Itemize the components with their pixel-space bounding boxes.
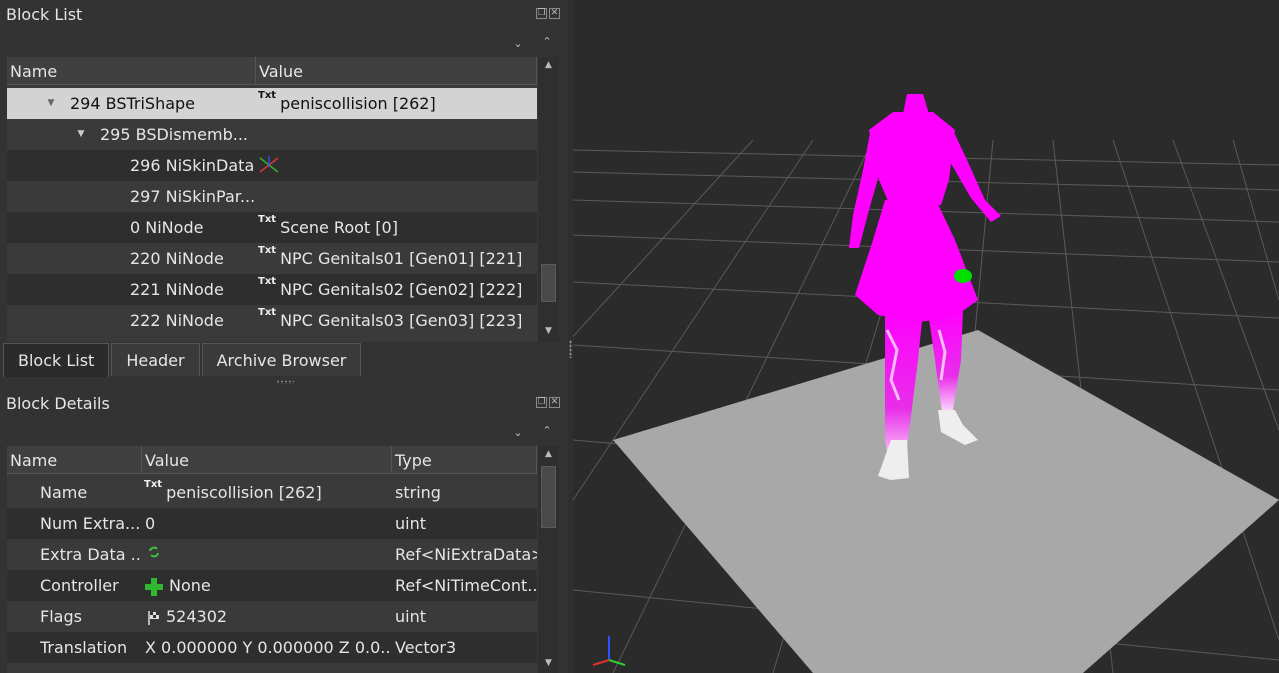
field-name: Translation	[40, 638, 128, 657]
tree-row[interactable]: 221 NiNode Txt NPC Genitals02 [Gen02] [22…	[7, 274, 537, 305]
float-icon[interactable]: ❐	[536, 397, 547, 408]
block-list-table: Name Value ▼ 294 BSTriShape Txt peniscoll…	[7, 57, 559, 342]
block-list-title: Block List	[6, 5, 83, 24]
text-icon: Txt	[258, 214, 277, 225]
close-icon[interactable]: ✕	[549, 8, 560, 19]
close-icon[interactable]: ✕	[549, 397, 560, 408]
tree-row-value: NPC Genitals03 [Gen03] [223]	[280, 311, 523, 330]
field-value[interactable]: X 0.000000 Y 0.000000 Z 0.0...	[145, 632, 392, 663]
text-icon: Txt	[258, 245, 277, 256]
text-icon: Txt	[258, 307, 277, 318]
selection-highlight	[954, 269, 972, 283]
tree-row-value: NPC Genitals02 [Gen02] [222]	[280, 280, 523, 299]
field-value[interactable]: 0	[145, 508, 392, 539]
table-row[interactable]: Num Extra... 0 uint	[7, 508, 537, 539]
column-header-name[interactable]: Name	[7, 57, 256, 84]
left-panel: Block List ❐ ✕ ⌄ ⌃ Name Value ▼ 294 BSTr…	[0, 0, 568, 673]
field-name: Flags	[40, 607, 82, 626]
text-icon: Txt	[258, 276, 277, 287]
tree-row-name: 297 NiSkinPar...	[130, 187, 256, 206]
field-type: uint	[395, 607, 426, 626]
scroll-down-icon[interactable]: ▼	[538, 323, 559, 340]
column-header-type[interactable]: Type	[392, 446, 537, 473]
block-details-title: Block Details	[6, 394, 110, 413]
column-header-value[interactable]: Value	[142, 446, 392, 473]
block-list-scrollbar[interactable]: ▲ ▼	[538, 57, 559, 342]
float-icon[interactable]: ❐	[536, 8, 547, 19]
tree-row-value: peniscollision [262]	[280, 94, 436, 113]
field-value: 524302	[166, 607, 228, 626]
expand-all-icon[interactable]: ⌄	[512, 427, 524, 439]
field-name: Name	[40, 483, 88, 502]
field-type: uint	[395, 514, 426, 533]
3d-viewport[interactable]	[573, 0, 1279, 673]
block-details-scrollbar[interactable]: ▲ ▼	[538, 446, 559, 673]
block-list-header: Name Value	[7, 57, 537, 85]
axes-icon	[259, 156, 279, 173]
tab-archive-browser[interactable]: Archive Browser	[201, 343, 362, 376]
tree-row[interactable]: ▼ 294 BSTriShape Txt peniscollision [262]	[7, 88, 537, 119]
table-row[interactable]: Flags 524302 uint	[7, 601, 537, 632]
refresh-icon	[149, 546, 159, 558]
table-row[interactable]: Extra Data ... Ref<NiExtraData>	[7, 539, 537, 570]
tree-row-name: 222 NiNode	[130, 311, 224, 330]
collapse-all-icon[interactable]: ⌃	[541, 425, 553, 437]
block-list-dock-buttons: ❐ ✕	[536, 8, 560, 19]
field-value: peniscollision [262]	[166, 483, 322, 502]
flag-icon	[148, 610, 159, 625]
dock-tabs: Block List Header Archive Browser	[3, 343, 363, 377]
tree-row-name: 295 BSDismemb...	[100, 125, 249, 144]
expand-all-icon[interactable]: ⌄	[512, 38, 524, 50]
text-icon: Txt	[258, 90, 277, 101]
collapse-all-icon[interactable]: ⌃	[541, 36, 553, 48]
scrollbar-thumb[interactable]	[541, 264, 556, 302]
tree-row[interactable]: 222 NiNode Txt NPC Genitals03 [Gen03] [22…	[7, 305, 537, 336]
scroll-down-icon[interactable]: ▼	[538, 655, 559, 672]
field-name: Controller	[40, 576, 119, 595]
tree-row-value: NPC Genitals01 [Gen01] [221]	[280, 249, 523, 268]
tab-block-list[interactable]: Block List	[3, 343, 110, 377]
collapse-arrow-icon[interactable]: ▼	[75, 119, 87, 150]
field-type: Ref<NiExtraData>	[395, 545, 537, 564]
field-type: Vector3	[395, 638, 457, 657]
tree-row-name: 294 BSTriShape	[70, 94, 196, 113]
splitter-grip[interactable]	[276, 380, 294, 384]
table-row[interactable]: Controller None Ref<NiTimeCont...	[7, 570, 537, 601]
tree-row[interactable]: ▼ 295 BSDismemb...	[7, 119, 537, 150]
block-details-header: Name Value Type	[7, 446, 537, 474]
scene-render[interactable]	[573, 0, 1279, 673]
column-header-value[interactable]: Value	[256, 57, 537, 84]
axis-gizmo	[592, 636, 626, 666]
tree-row-name: 220 NiNode	[130, 249, 224, 268]
field-value: None	[169, 576, 211, 595]
tab-header[interactable]: Header	[111, 343, 200, 376]
tree-row[interactable]: 296 NiSkinData	[7, 150, 537, 181]
tree-row[interactable]: 297 NiSkinPar...	[7, 181, 537, 212]
table-row[interactable]: Name Txt peniscollision [262] string	[7, 477, 537, 508]
plus-icon	[145, 577, 163, 596]
tree-row-value: Scene Root [0]	[280, 218, 398, 237]
field-type: string	[395, 483, 441, 502]
field-name: Num Extra...	[40, 514, 141, 533]
field-name: Extra Data ...	[40, 545, 142, 564]
table-row[interactable]: Translation X 0.000000 Y 0.000000 Z 0.0.…	[7, 632, 537, 663]
scrollbar-thumb[interactable]	[541, 466, 556, 528]
tree-row-name: 296 NiSkinData	[130, 156, 255, 175]
text-icon: Txt	[144, 479, 163, 490]
tree-row-name: 221 NiNode	[130, 280, 224, 299]
collapse-arrow-icon[interactable]: ▼	[45, 88, 57, 119]
column-header-name[interactable]: Name	[7, 446, 142, 473]
scroll-up-icon[interactable]: ▲	[538, 57, 559, 74]
tree-row-name: 0 NiNode	[130, 218, 204, 237]
scroll-up-icon[interactable]: ▲	[538, 446, 559, 463]
tree-row[interactable]: 220 NiNode Txt NPC Genitals01 [Gen01] [22…	[7, 243, 537, 274]
field-type: Ref<NiTimeCont...	[395, 576, 537, 595]
tree-row[interactable]: 0 NiNode Txt Scene Root [0]	[7, 212, 537, 243]
block-details-dock-buttons: ❐ ✕	[536, 397, 560, 408]
block-details-table: Name Value Type Name Txt peniscollision […	[7, 446, 559, 673]
